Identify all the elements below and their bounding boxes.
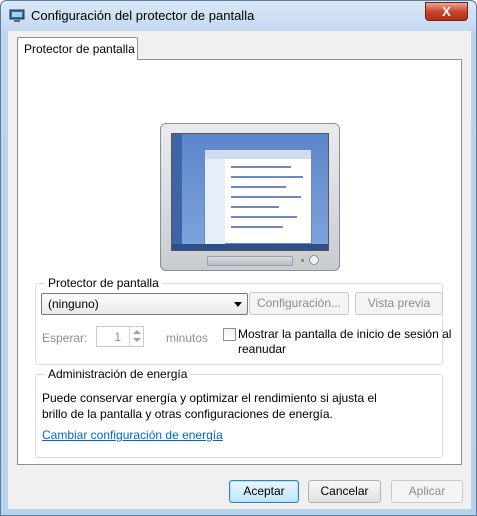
dialog-window: Configuración del protector de pantalla … [0,0,477,516]
tab-panel: Protector de pantalla Administración de … [17,59,462,465]
settings-button[interactable]: Configuración... [249,292,349,315]
tab-label: Protector de pantalla [24,42,135,56]
power-button-icon [309,255,319,265]
title-bar[interactable]: Configuración del protector de pantalla … [1,1,476,31]
dialog-client-area: Protector de pantalla Protector de panta… [8,31,471,509]
ok-button[interactable]: Aceptar [229,480,299,503]
monitor-preview [160,123,340,271]
wait-minutes-value: 1 [114,330,121,344]
preview-taskbar [172,244,328,250]
monitor-app-icon [9,9,25,22]
apply-button[interactable]: Aplicar [391,480,463,503]
resume-checkbox[interactable] [223,328,236,341]
tab-screensaver[interactable]: Protector de pantalla [17,37,138,60]
cancel-button[interactable]: Cancelar [308,480,381,503]
monitor-base [207,256,293,266]
preview-screen [171,133,329,251]
power-group-label: Administración de energía [45,367,191,381]
close-icon: X [442,4,451,19]
wait-label: Esperar: [42,331,88,345]
chevron-down-icon [234,302,242,307]
power-led-icon [301,259,304,262]
change-power-settings-link[interactable]: Cambiar configuración de energía [42,428,223,442]
preview-button[interactable]: Vista previa [355,292,443,315]
stepper-down-icon[interactable] [133,338,141,342]
resume-checkbox-label[interactable]: Mostrar la pantalla de inicio de sesión … [238,327,458,357]
preview-desktop-window [204,149,312,245]
screensaver-group-label: Protector de pantalla [45,276,162,290]
stepper-up-icon[interactable] [133,330,141,334]
preview-desktop-sidebar [172,134,182,246]
stepper-arrows[interactable] [129,327,143,346]
close-button[interactable]: X [425,2,468,21]
screensaver-select[interactable]: (ninguno) [41,293,248,315]
wait-minutes-stepper[interactable]: 1 [96,326,144,347]
screensaver-selected-value: (ninguno) [48,297,99,311]
power-description: Puede conservar energía y optimizar el r… [42,391,377,421]
minutes-label: minutos [166,331,209,345]
window-title: Configuración del protector de pantalla [31,8,255,23]
